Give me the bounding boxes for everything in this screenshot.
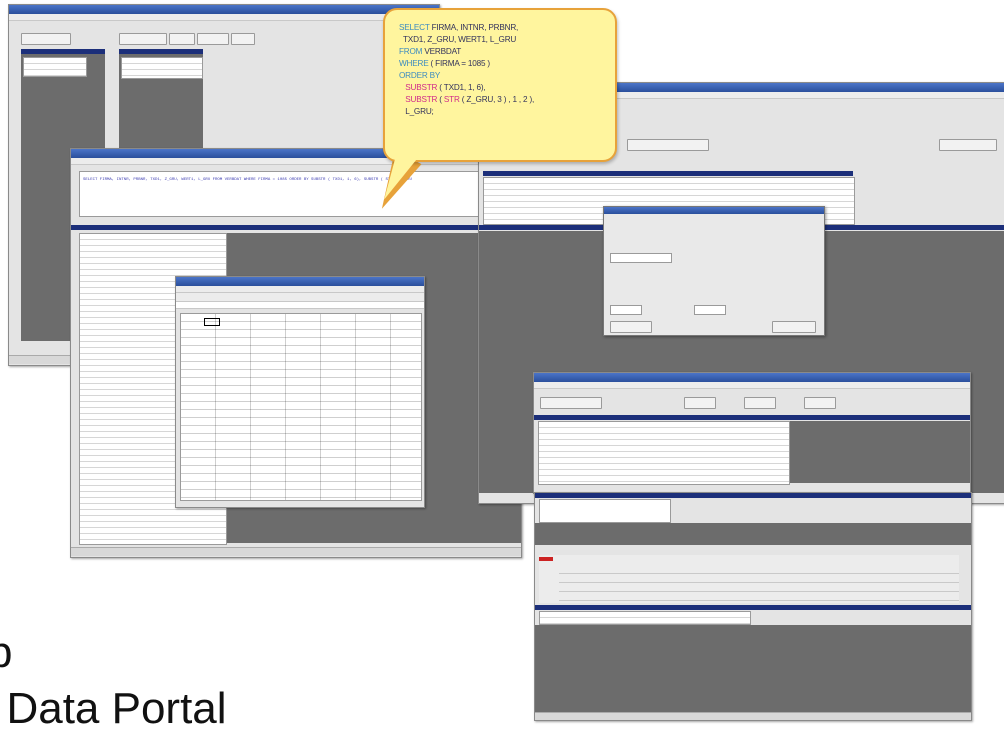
titlebar: [534, 373, 970, 382]
sql-line: SUBSTR ( TXD1, 1, 6),: [399, 82, 534, 94]
toolbar-button[interactable]: [939, 139, 997, 151]
dialog-input[interactable]: [694, 305, 726, 315]
slide-text-line2: t Data Portal: [0, 684, 227, 733]
sql-line: L_GRU;: [399, 106, 534, 118]
search-button[interactable]: [804, 397, 836, 409]
titlebar: [9, 5, 439, 14]
sql-token: FIRMA, INTNR, PRBNR,: [429, 23, 519, 32]
column-list[interactable]: [121, 57, 203, 79]
sql-token: ( Z_GRU, 3 ) , 1 , 2 ),: [459, 95, 535, 104]
header-bar: [535, 493, 971, 498]
form-fields: [539, 555, 959, 603]
sql-function: SUBSTR: [399, 95, 438, 104]
sql-line: ORDER BY: [399, 70, 534, 82]
formula-bar: [176, 302, 424, 309]
dialog-ok-button[interactable]: [610, 321, 652, 333]
filter-field[interactable]: [744, 397, 776, 409]
sql-token: L_GRU;: [399, 107, 434, 116]
sql-function: SUBSTR: [399, 83, 438, 92]
toolbar-button[interactable]: [21, 33, 71, 45]
menubar: [534, 382, 970, 389]
sql-function: STR: [443, 95, 460, 104]
titlebar: [176, 277, 424, 286]
sql-token: ( FIRMA = 1085 ): [428, 59, 491, 68]
sql-text: SELECT FIRMA, INTNR, PRBNR, TXD1, Z_GRU,…: [83, 178, 412, 182]
sql-callout: SELECT FIRMA, INTNR, PRBNR, TXD1, Z_GRU,…: [383, 8, 617, 162]
sql-line: WHERE ( FIRMA = 1085 ): [399, 58, 534, 70]
dialog-input[interactable]: [610, 305, 642, 315]
workspace: [535, 523, 971, 545]
results-grid[interactable]: [538, 421, 790, 485]
taskbar: [71, 547, 521, 556]
sql-token: ( TXD1, 1, 6),: [437, 83, 486, 92]
toolbar-button[interactable]: [119, 33, 167, 45]
taskbar: [535, 712, 971, 720]
dialog-titlebar: [604, 207, 824, 214]
filter-field[interactable]: [684, 397, 716, 409]
toolbar: [176, 293, 424, 302]
field-rows[interactable]: [559, 565, 959, 601]
grid-header: [534, 415, 970, 420]
cell-grid[interactable]: [180, 313, 422, 501]
slide-text-line1: p: [0, 628, 13, 677]
results-header: [71, 225, 521, 230]
toolbar-button[interactable]: [197, 33, 229, 45]
pane-header: [119, 49, 203, 54]
sql-keyword: SELECT: [399, 23, 430, 32]
sql-line: SELECT FIRMA, INTNR, PRBNR,: [399, 22, 534, 34]
toolbar-button[interactable]: [231, 33, 255, 45]
query-result-window: [533, 372, 971, 494]
sql-callout-text: SELECT FIRMA, INTNR, PRBNR, TXD1, Z_GRU,…: [399, 22, 534, 118]
detail-form-window: [534, 492, 972, 721]
dialog-input[interactable]: [610, 253, 672, 263]
options-dialog: [603, 206, 825, 336]
workspace: [790, 421, 970, 483]
table-list[interactable]: [23, 57, 87, 77]
workspace: [535, 625, 971, 713]
sql-line: TXD1, Z_GRU, WERT1, L_GRU: [399, 34, 534, 46]
pane-header: [21, 49, 105, 54]
toolbar-button[interactable]: [627, 139, 709, 151]
detail-table[interactable]: [539, 499, 671, 523]
dialog-cancel-button[interactable]: [772, 321, 816, 333]
sql-editor[interactable]: SELECT FIRMA, INTNR, PRBNR, TXD1, Z_GRU,…: [79, 171, 521, 217]
grid-header: [483, 171, 853, 176]
menubar: [9, 14, 439, 21]
sql-keyword: FROM: [399, 47, 423, 56]
sql-keyword: WHERE: [399, 59, 429, 68]
selected-cell[interactable]: [204, 318, 220, 326]
toolbar-button[interactable]: [169, 33, 195, 45]
line-items[interactable]: [539, 611, 751, 625]
sql-line: SUBSTR ( STR ( Z_GRU, 3 ) , 1 , 2 ),: [399, 94, 534, 106]
filter-field[interactable]: [540, 397, 602, 409]
sql-line: FROM VERBDAT: [399, 46, 534, 58]
sql-token: TXD1, Z_GRU, WERT1, L_GRU: [399, 35, 517, 44]
menubar: [176, 286, 424, 293]
error-marker: [539, 557, 553, 561]
sql-keyword: ORDER BY: [399, 71, 441, 80]
section-bar: [535, 605, 971, 610]
sql-token: (: [437, 95, 444, 104]
sql-token: VERBDAT: [422, 47, 462, 56]
spreadsheet-window: [175, 276, 425, 508]
